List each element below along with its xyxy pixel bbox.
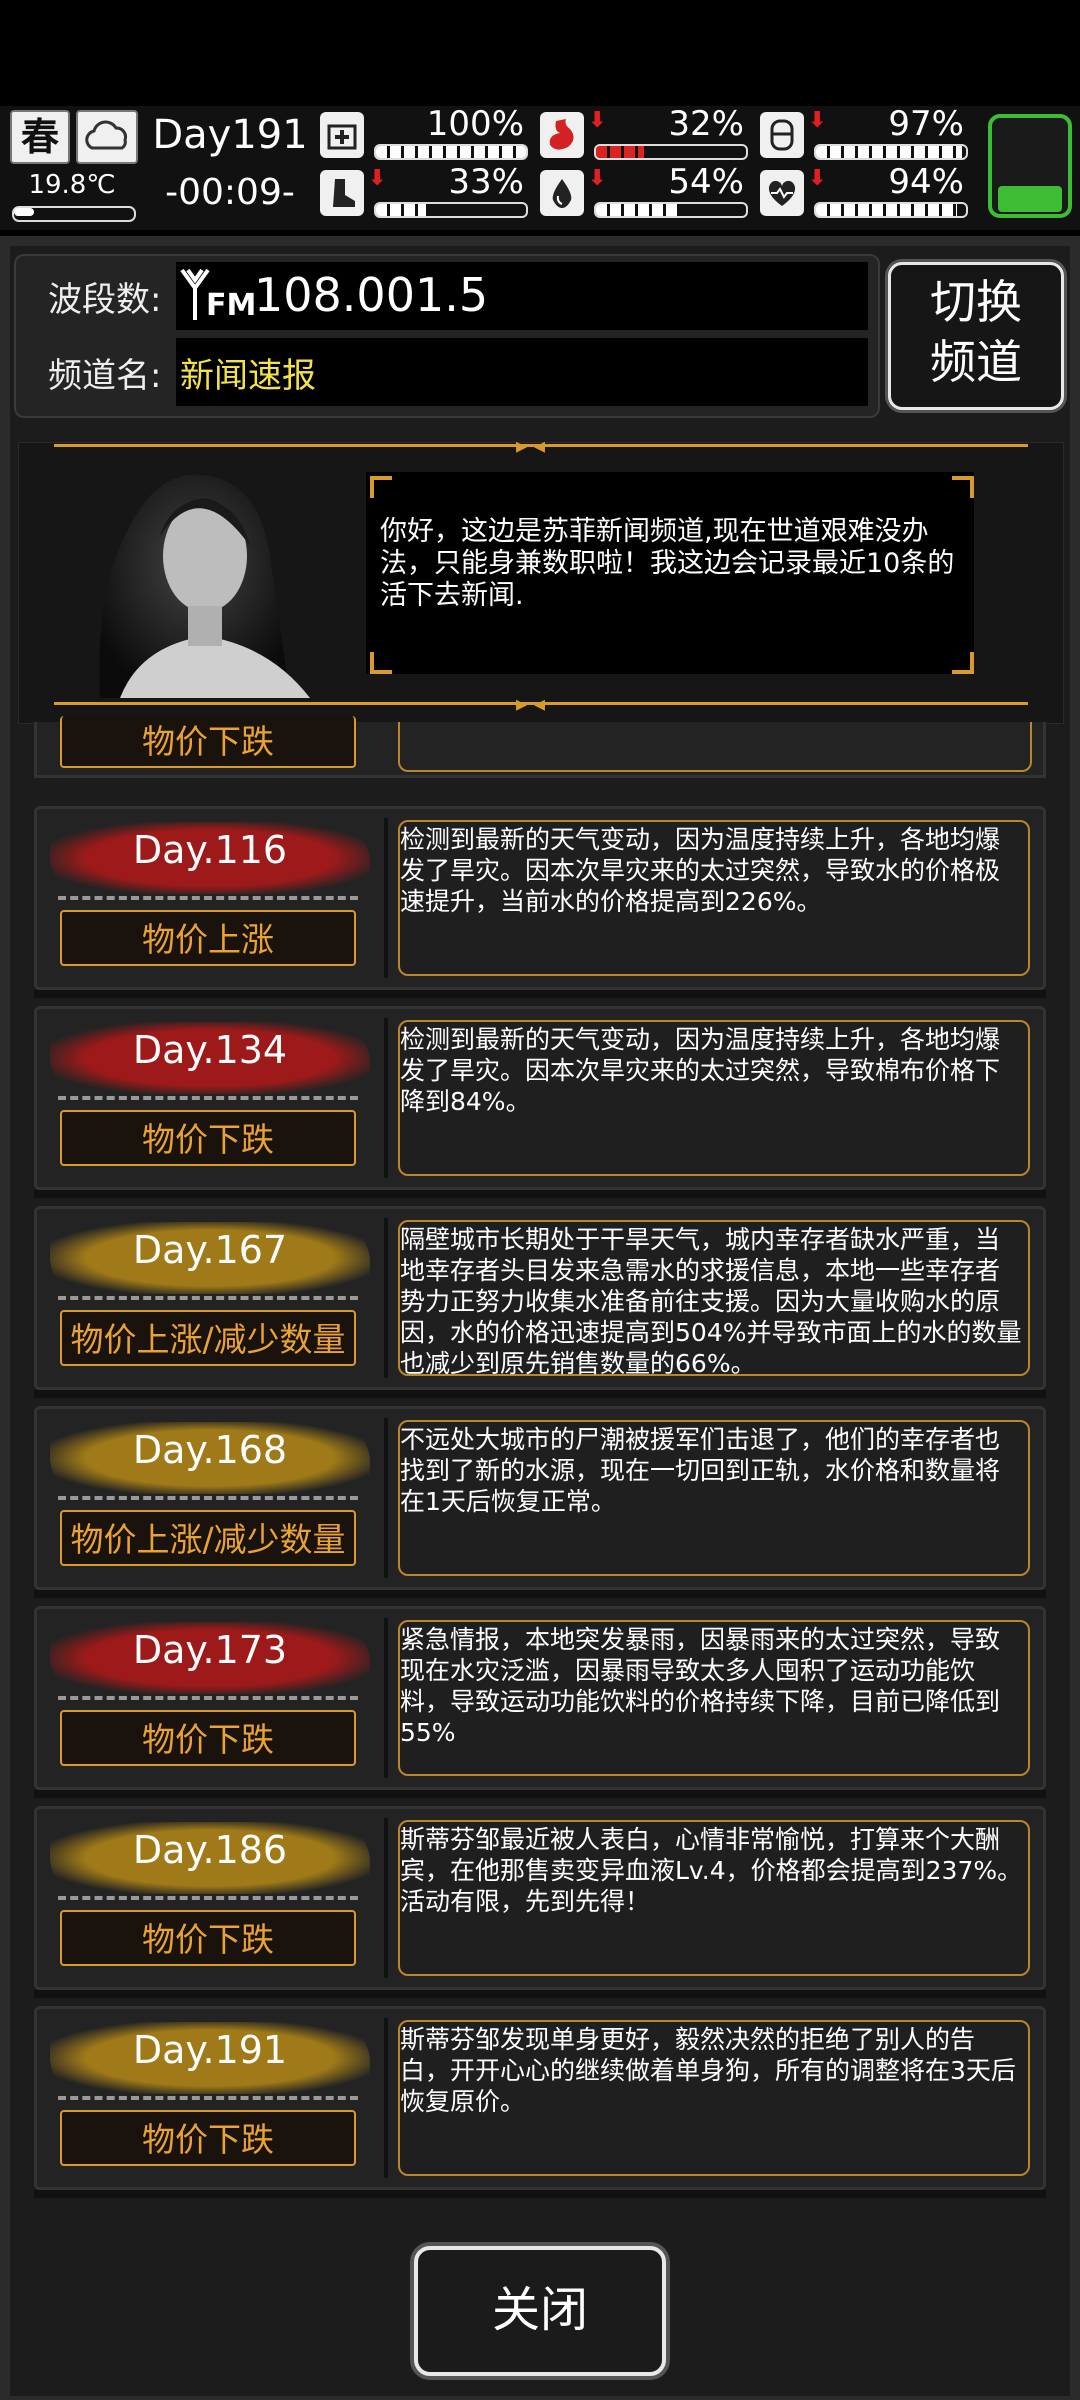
stat-bar [594,202,748,218]
list-item-shadow [34,1390,1046,1398]
bracket-corner [952,652,974,674]
day-label: Day.186 [132,1828,288,1872]
temperature-text: 19.8℃ [28,170,116,200]
announcer-portrait [60,446,330,698]
price-tag: 物价下跌 [60,716,356,768]
list-item-shadow [34,990,1046,998]
column-divider [384,2018,388,2178]
close-button[interactable]: 关闭 [414,2246,666,2376]
day-label: Day.173 [132,1628,288,1672]
column-divider [384,1618,388,1778]
cloud-icon [76,110,138,164]
column-divider [384,1018,388,1178]
temperature-fill [14,208,34,216]
stat-bar-fill [376,146,526,158]
column-divider [384,1418,388,1578]
stat-value: 97% [888,104,964,144]
bracket-corner [952,476,974,498]
day-label: Day.168 [132,1428,288,1472]
dashed-separator [58,1296,358,1300]
ornament-arrows-bottom: ▸ ◂ [516,692,546,717]
dashed-separator [58,1696,358,1700]
stat-bar [374,202,528,218]
stat-value: 54% [668,162,744,202]
stat-bar-fill [596,204,677,216]
column-divider [384,1818,388,1978]
stat-value: 94% [888,162,964,202]
price-tag: 物价下跌 [60,1710,356,1766]
news-text-box [398,722,1032,772]
day-counter: Day191 [152,112,308,158]
season-badge: 春 [10,110,70,164]
list-item-shadow [34,2190,1046,2198]
dashed-separator [58,2096,358,2100]
channel-name: 新闻速报 [180,356,316,396]
day-label: Day.134 [132,1028,288,1072]
list-item-shadow [34,1590,1046,1598]
day-label: Day.116 [132,828,288,872]
price-tag: 物价下跌 [60,2110,356,2166]
stat-value: 100% [426,104,524,144]
news-text: 斯蒂芬邹最近被人表白，心情非常愉悦，打算来个大酬宾，在他那售卖变异血液Lv.4，… [400,1825,1023,1916]
list-item-shadow [34,1990,1046,1998]
dashed-separator [58,1896,358,1900]
stat-bar-fill [816,204,957,216]
news-text: 不远处大城市的尸潮被援军们击退了，他们的幸存者也找到了新的水源，现在一切回到正轨… [400,1425,1001,1516]
day-label: Day.167 [132,1228,288,1272]
news-text: 检测到最新的天气变动，因为温度持续上升，各地均爆发了旱灾。因本次旱灾来的太过突然… [400,825,1001,916]
clock-text: -00:09- [165,172,295,213]
switch-channel-label: 切换 频道 [930,275,1022,389]
channel-label: 频道名: [48,356,162,396]
stat-bar [814,144,968,160]
news-text: 检测到最新的天气变动，因为温度持续上升，各地均爆发了旱灾。因本次旱灾来的太过突然… [400,1025,1001,1116]
fm-label: FM [206,288,257,323]
stat-value: 33% [448,162,524,202]
stat-bar [814,202,968,218]
price-tag: 物价下跌 [60,1910,356,1966]
ornament-arrows-top: ▸ ◂ [516,434,546,459]
dashed-separator [58,896,358,900]
stat-bar-fill [376,204,426,216]
price-tag: 物价上涨/减少数量 [60,1310,356,1366]
band-label: 波段数: [48,280,162,320]
list-item-shadow [34,1190,1046,1198]
stat-value: 32% [668,104,744,144]
stat-bar-fill [596,146,644,158]
news-text: 斯蒂芬邹发现单身更好，毅然决然的拒绝了别人的告白，开开心心的继续做着单身狗，所有… [400,2025,1016,2116]
dashed-separator [58,1496,358,1500]
bracket-corner [370,476,392,498]
stat-bar [374,144,528,160]
news-text: 紧急情报，本地突发暴雨，因暴雨来的太过突然，导致现在水灾泛滥，因暴雨导致太多人囤… [400,1625,1001,1747]
news-text: 隔壁城市长期处于干旱天气，城内幸存者缺水严重，当地幸存者头目发来急需水的求援信息… [400,1225,1022,1378]
stat-bar [594,144,748,160]
battery-level [998,186,1062,212]
stat-bar-fill [816,146,962,158]
dashed-separator [58,1096,358,1100]
price-tag: 物价下跌 [60,1110,356,1166]
price-tag: 物价上涨/减少数量 [60,1510,356,1566]
column-divider [384,818,388,978]
announcer-message: 你好，这边是苏菲新闻频道,现在世道艰难没办法，只能身兼数职啦！我这边会记录最近1… [380,516,955,611]
bracket-corner [370,652,392,674]
list-item-shadow [34,1790,1046,1798]
column-divider [384,1218,388,1378]
day-label: Day.191 [132,2028,288,2072]
frequency-value: 108.001.5 [254,268,489,322]
price-tag: 物价上涨 [60,910,356,966]
